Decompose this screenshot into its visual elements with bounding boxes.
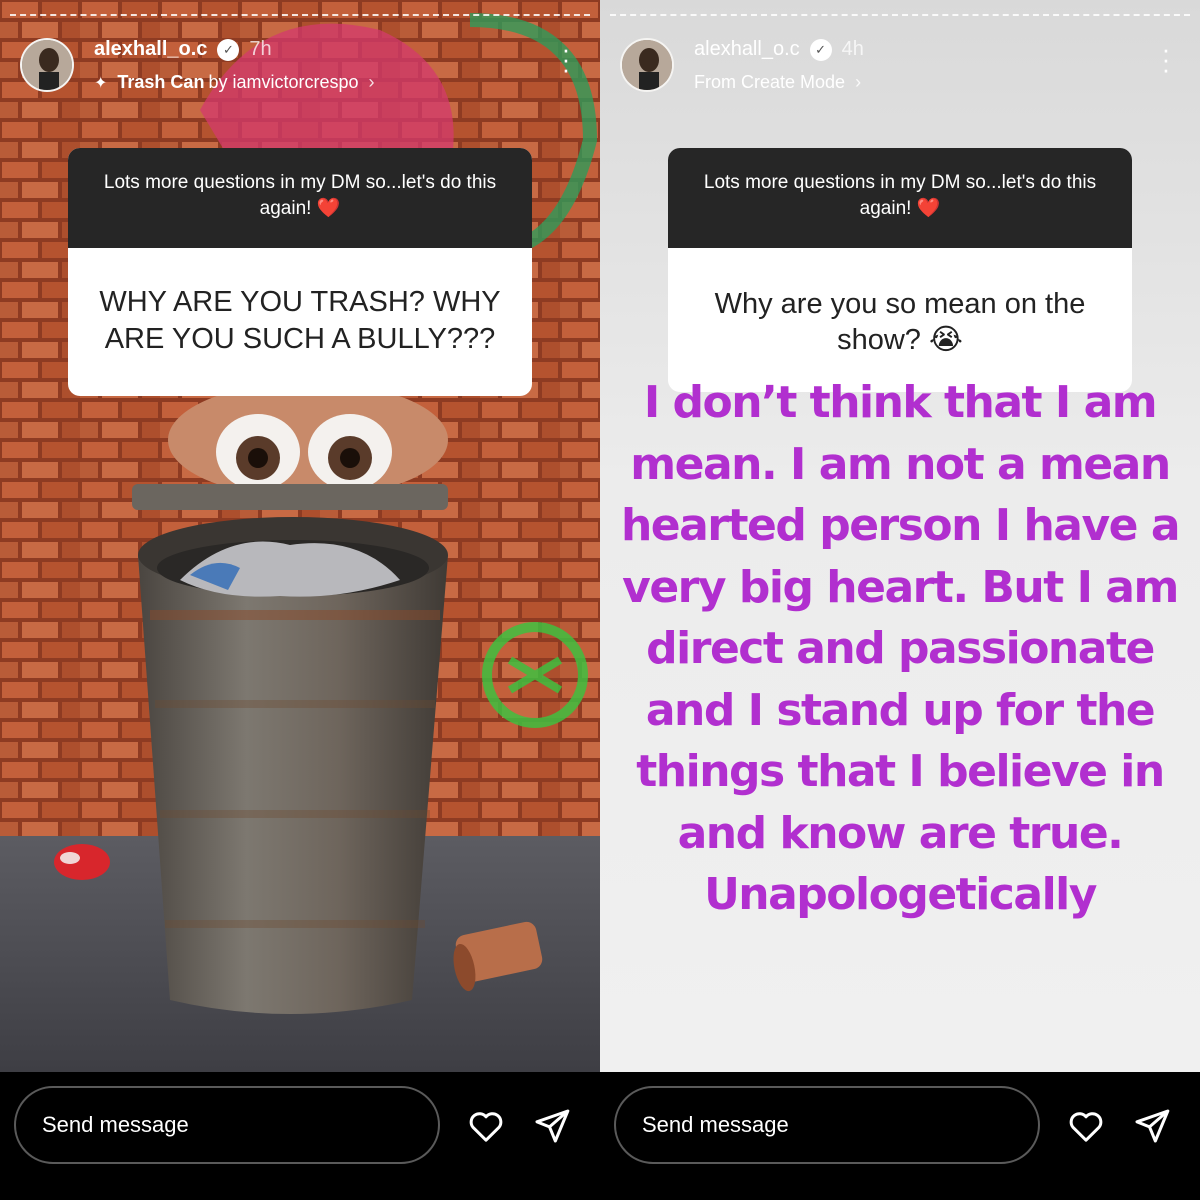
post-time: 4h [841, 38, 864, 60]
username[interactable]: alexhall_o.c [694, 38, 800, 61]
more-options-icon[interactable]: · · · [556, 36, 576, 82]
story-left[interactable]: alexhall_o.c ✓ 7h ✦ Trash Can by iamvict… [0, 0, 600, 1200]
story-header: alexhall_o.c ✓ 4h From Create Mode › · · · [620, 36, 1180, 96]
send-icon[interactable] [1132, 1106, 1172, 1146]
story-right[interactable]: alexhall_o.c ✓ 4h From Create Mode › · · ·… [600, 0, 1200, 1200]
story-source[interactable]: From Create Mode › [694, 72, 861, 93]
story-reply-bar [600, 1072, 1200, 1200]
verified-badge-icon: ✓ [809, 38, 832, 61]
story-progress-bar [10, 14, 590, 17]
send-message-input[interactable] [614, 1086, 1040, 1164]
question-sticker[interactable]: Lots more questions in my DM so...let's … [668, 148, 1132, 392]
avatar[interactable] [20, 38, 74, 92]
question-prompt: Lots more questions in my DM so...let's … [668, 148, 1132, 248]
question-prompt: Lots more questions in my DM so...let's … [68, 148, 532, 248]
more-options-icon[interactable]: · · · [1156, 36, 1176, 82]
send-icon[interactable] [532, 1106, 572, 1146]
effect-attribution[interactable]: ✦ Trash Can by iamvictorcrespo › [94, 72, 374, 93]
question-text: Why are you so mean on the show? 😭 [714, 288, 1086, 356]
sparkle-icon: ✦ [94, 74, 108, 92]
heart-icon[interactable] [466, 1106, 506, 1146]
effect-name: Trash Can [117, 72, 205, 92]
send-message-input[interactable] [14, 1086, 440, 1164]
verified-badge-icon: ✓ [217, 38, 240, 61]
story-header: alexhall_o.c ✓ 7h ✦ Trash Can by iamvict… [20, 36, 580, 96]
username[interactable]: alexhall_o.c [94, 38, 207, 61]
question-sticker[interactable]: Lots more questions in my DM so...let's … [68, 148, 532, 396]
story-reply-bar [0, 1072, 600, 1200]
story-progress-bar [610, 14, 1190, 17]
question-text: WHY ARE YOU TRASH? WHY ARE YOU SUCH A BU… [99, 286, 501, 355]
answer-text: I don’t think that I am mean. I am not a… [620, 377, 1181, 920]
heart-icon[interactable] [1066, 1106, 1106, 1146]
chevron-right-icon: › [855, 72, 862, 92]
effect-creator: by iamvictorcrespo [208, 72, 359, 92]
source-label: From Create Mode [694, 72, 846, 92]
avatar[interactable] [620, 38, 674, 92]
post-time: 7h [249, 38, 272, 60]
chevron-right-icon: › [368, 72, 375, 92]
